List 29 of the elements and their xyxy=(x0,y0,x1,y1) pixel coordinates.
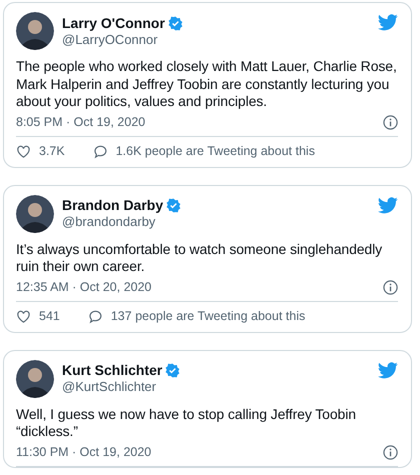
info-icon[interactable] xyxy=(383,114,398,130)
avatar xyxy=(16,194,54,232)
like-count: 541 xyxy=(39,309,60,323)
heart-icon[interactable] xyxy=(16,308,31,324)
tweeting-link[interactable]: 1.6K people are Tweeting about this xyxy=(116,144,315,158)
tweet-timestamp[interactable]: 11:30 PM · Oct 19, 2020 xyxy=(16,445,152,459)
user-name[interactable]: Brandon Darby xyxy=(62,197,164,214)
user-handle[interactable]: @KurtSchlichter xyxy=(62,379,370,395)
speech-bubble-icon[interactable] xyxy=(88,308,103,324)
speech-bubble-icon[interactable] xyxy=(92,144,108,158)
tweet-text: It’s always uncomfortable to watch someone singlehandedly ruin their own career. xyxy=(16,240,384,276)
user-handle[interactable]: @LarryOConnor xyxy=(62,32,370,48)
avatar xyxy=(16,360,54,398)
user-name[interactable]: Larry O'Connor xyxy=(62,14,165,32)
bird-logo-icon[interactable] xyxy=(378,362,398,378)
info-icon[interactable] xyxy=(383,444,398,460)
info-icon[interactable] xyxy=(383,280,398,294)
bird-logo-icon[interactable] xyxy=(378,14,398,31)
like-count: 3.7K xyxy=(39,144,65,158)
tweet-timestamp[interactable]: 12:35 AM · Oct 20, 2020 xyxy=(16,280,152,294)
tweet-text: Well, I guess we now have to stop calling Jeffrey Toobin “dickless.” xyxy=(16,406,357,440)
tweeting-link[interactable]: 137 people are Tweeting about this xyxy=(110,309,306,323)
user-handle[interactable]: @brandondarby xyxy=(62,214,370,230)
user-name[interactable]: Kurt Schlichter xyxy=(62,362,162,379)
avatar xyxy=(16,12,54,50)
heart-icon[interactable] xyxy=(16,144,31,158)
bird-logo-icon[interactable] xyxy=(378,196,398,214)
tweet-timestamp[interactable]: 8:05 PM · Oct 19, 2020 xyxy=(16,115,146,129)
tweet-text: The people who worked closely with Matt Lauer, Charlie Rose, Mark Halperin and Jeffrey Toobin are constantly lecturing you about your politics, values and principles. xyxy=(16,58,398,110)
